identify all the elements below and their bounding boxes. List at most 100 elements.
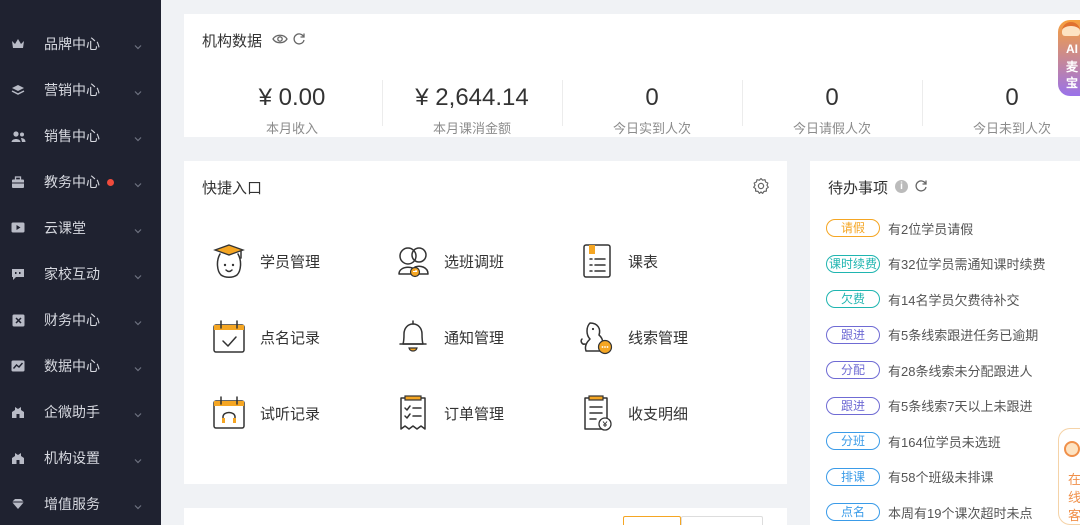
todo-title: 待办事项 xyxy=(828,180,889,197)
bell-icon xyxy=(394,317,432,357)
todo-row[interactable]: 欠费 有14名学员欠费待补交 xyxy=(826,289,1019,309)
stat-value: 0 xyxy=(825,84,839,111)
sidebar-item-10[interactable]: 增值服务 xyxy=(0,481,161,525)
refresh-icon[interactable] xyxy=(292,32,306,46)
quick-entry-6[interactable]: 试听记录 xyxy=(210,391,380,435)
chevron-down-icon xyxy=(134,222,142,234)
stat-item: ¥ 2,644.14 本月课消金额 xyxy=(382,82,562,137)
crown-icon xyxy=(10,36,26,52)
todo-tag[interactable]: 排课 xyxy=(826,467,880,486)
quick-entry-2[interactable]: 课表 xyxy=(578,239,748,283)
todo-tag[interactable]: 跟进 xyxy=(826,396,880,415)
sidebar-item-5[interactable]: 家校互动 xyxy=(0,251,161,297)
sidebar-item-label: 企微助手 xyxy=(44,404,100,420)
sidebar-item-1[interactable]: 营销中心 xyxy=(0,67,161,113)
notification-dot xyxy=(107,179,114,186)
quick-entry-4[interactable]: 通知管理 xyxy=(394,315,564,359)
chevron-down-icon xyxy=(134,360,142,372)
quick-entry-label: 线索管理 xyxy=(628,329,689,347)
sidebar-item-0[interactable]: 品牌中心 xyxy=(0,21,161,67)
todo-tag[interactable]: 课时续费 xyxy=(826,254,880,273)
todo-row[interactable]: 跟进 有5条线索跟进任务已逾期 xyxy=(826,325,1038,345)
sidebar-item-9[interactable]: 机构设置 xyxy=(0,435,161,481)
todo-tag[interactable]: 分班 xyxy=(826,432,880,450)
todo-row[interactable]: 请假 有2位学员请假 xyxy=(826,218,973,238)
quick-entry-label: 点名记录 xyxy=(260,329,321,347)
class-switch-icon xyxy=(394,241,432,281)
todo-row[interactable]: 分班 有164位学员未选班 xyxy=(826,431,1001,451)
chevron-down-icon xyxy=(134,314,142,326)
quick-entry-label: 通知管理 xyxy=(444,329,505,347)
todo-refresh-icon[interactable] xyxy=(914,179,928,193)
todo-row[interactable]: 分配 有28条线索未分配跟进人 xyxy=(826,360,1032,380)
todo-desc[interactable]: 有5条线索7天以上未跟进 xyxy=(888,396,1032,415)
chevron-down-icon xyxy=(134,498,142,510)
stat-value: ¥ 0.00 xyxy=(258,84,326,111)
quick-entry-label: 课表 xyxy=(628,253,659,271)
quick-entry-7[interactable]: 订单管理 xyxy=(394,391,564,435)
stat-item: ¥ 0.00 本月收入 xyxy=(202,82,382,137)
stat-item: 0 今日实到人次 xyxy=(562,82,742,137)
quick-entry-5[interactable]: 线索管理 xyxy=(578,315,748,359)
stat-divider xyxy=(562,80,563,126)
stat-label: 今日请假人次 xyxy=(792,121,871,136)
bottom-card xyxy=(184,508,787,525)
todo-desc[interactable]: 有164位学员未选班 xyxy=(888,432,1001,451)
quick-entry-1[interactable]: 选班调班 xyxy=(394,239,564,283)
todo-desc[interactable]: 有28条线索未分配跟进人 xyxy=(888,361,1032,380)
sidebar-item-3[interactable]: 教务中心 xyxy=(0,159,161,205)
ai-assistant-float[interactable]: AI 麦 宝 xyxy=(1058,20,1080,96)
stat-label: 本月课消金额 xyxy=(432,121,511,136)
info-icon[interactable]: i xyxy=(895,180,908,193)
ai-label-1: AI xyxy=(1066,42,1078,56)
sidebar-item-label: 家校互动 xyxy=(44,266,100,282)
sidebar-item-label: 销售中心 xyxy=(44,128,100,144)
chevron-down-icon xyxy=(134,38,142,50)
sidebar-item-label: 品牌中心 xyxy=(44,36,100,52)
sidebar-item-8[interactable]: 企微助手 xyxy=(0,389,161,435)
todo-row[interactable]: 跟进 有5条线索7天以上未跟进 xyxy=(826,396,1032,416)
todo-row[interactable]: 课时续费 有32位学员需通知课时续费 xyxy=(826,254,1045,274)
ai-label-3: 宝 xyxy=(1066,76,1079,90)
todo-desc[interactable]: 有2位学员请假 xyxy=(888,219,973,238)
todo-desc[interactable]: 有32位学员需通知课时续费 xyxy=(888,254,1045,273)
quick-entry-title: 快捷入口 xyxy=(202,180,263,197)
sidebar-item-4[interactable]: 云课堂 xyxy=(0,205,161,251)
online-service-float[interactable]: 在 线 客 xyxy=(1058,428,1080,525)
diamond-icon xyxy=(10,496,26,512)
order-icon xyxy=(394,393,432,433)
todo-tag[interactable]: 点名 xyxy=(826,503,880,521)
todo-tag[interactable]: 跟进 xyxy=(826,325,880,344)
stat-divider xyxy=(382,80,383,126)
quick-entry-card: 快捷入口 学员管理 选班调班 课表点名记录 通知管理 线索管理试听记录 订单管理 收支明细 xyxy=(184,161,787,484)
todo-desc[interactable]: 本周有19个课次超时未点 xyxy=(888,503,1032,522)
quick-entry-8[interactable]: 收支明细 xyxy=(578,391,748,435)
stat-value: 0 xyxy=(645,84,659,111)
sidebar-item-6[interactable]: 财务中心 xyxy=(0,297,161,343)
eye-icon[interactable] xyxy=(272,32,288,46)
settings-gear-icon[interactable] xyxy=(752,177,770,195)
quick-entry-3[interactable]: 点名记录 xyxy=(210,315,380,359)
sidebar-item-7[interactable]: 数据中心 xyxy=(0,343,161,389)
todo-row[interactable]: 排课 有58个班级未排课 xyxy=(826,467,993,487)
bottom-tab[interactable] xyxy=(681,516,763,525)
bottom-tab-active[interactable] xyxy=(623,516,681,525)
todo-desc[interactable]: 有14名学员欠费待补交 xyxy=(888,290,1019,309)
quick-entry-0[interactable]: 学员管理 xyxy=(210,239,380,283)
roll-call-icon xyxy=(210,317,248,357)
ledger-icon xyxy=(578,393,616,433)
sidebar-item-2[interactable]: 销售中心 xyxy=(0,113,161,159)
todo-desc[interactable]: 有58个班级未排课 xyxy=(888,467,993,486)
todo-row[interactable]: 点名 本周有19个课次超时未点 xyxy=(826,502,1032,522)
users-icon xyxy=(10,128,26,144)
building-icon xyxy=(10,450,26,466)
org-data-card: 机构数据 ¥ 0.00 本月收入 ¥ 2,644.14 本月课消金额 0 今日实到人次 0 今… xyxy=(184,14,1080,137)
todo-tag[interactable]: 欠费 xyxy=(826,290,880,308)
stat-label: 今日实到人次 xyxy=(612,121,691,136)
org-data-title: 机构数据 xyxy=(202,33,263,50)
todo-tag[interactable]: 请假 xyxy=(826,219,880,237)
todo-desc[interactable]: 有5条线索跟进任务已逾期 xyxy=(888,325,1038,344)
stat-value: ¥ 2,644.14 xyxy=(415,84,529,111)
stat-label: 今日未到人次 xyxy=(972,121,1051,136)
todo-tag[interactable]: 分配 xyxy=(826,361,880,379)
